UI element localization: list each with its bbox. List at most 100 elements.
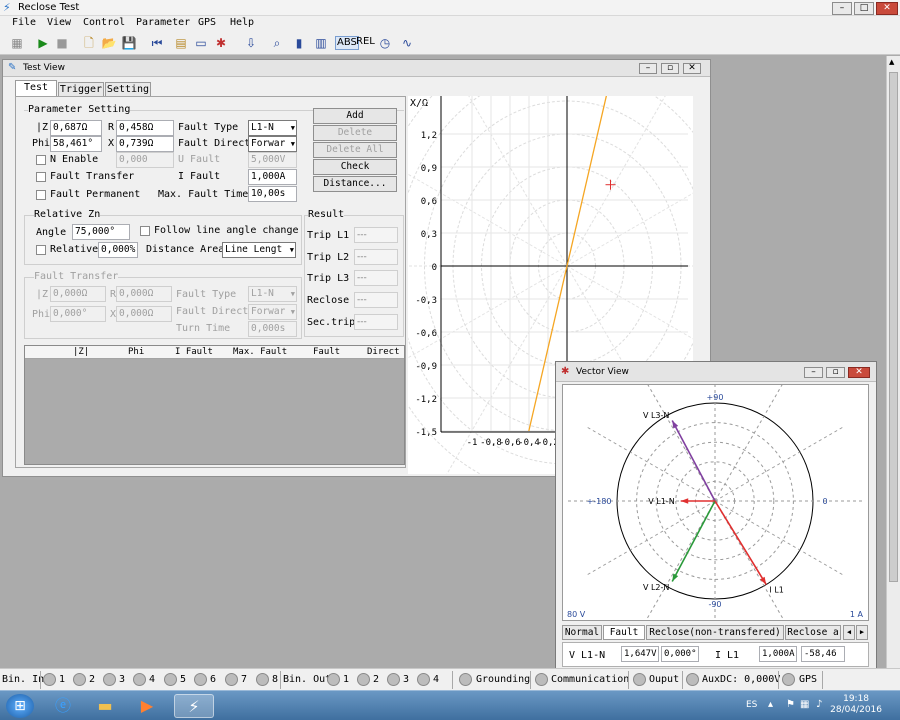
vector-label-minus-90: -90 — [708, 600, 721, 609]
reclose-test-task-icon[interactable]: ⚡ — [174, 694, 214, 718]
fault-transfer-checkbox[interactable] — [36, 172, 46, 182]
play-icon[interactable]: ▶ — [34, 34, 52, 52]
bin-in-6: 6 — [210, 674, 217, 685]
menu-help[interactable]: Help — [230, 17, 254, 28]
tv-restore-button[interactable]: ▫ — [661, 63, 679, 74]
max-fault-time-input[interactable]: 10,00s — [248, 186, 297, 202]
n-enable-input[interactable]: 0,000 — [116, 152, 174, 168]
vv-close-button[interactable]: ✕ — [848, 367, 870, 378]
tv-minimize-button[interactable]: – — [639, 63, 657, 74]
ie-icon[interactable]: ⓔ — [50, 694, 76, 718]
scroll-thumb[interactable] — [889, 72, 898, 582]
tab-scroll-right-icon[interactable]: ▶ — [856, 625, 868, 640]
scroll-up-icon[interactable]: ▲ — [889, 58, 894, 66]
phasor-diagram[interactable]: +90 -90 +-180 0 80 V 1 A V L3-N V L1-N V L2-N I L… — [563, 351, 868, 651]
u-fault-input[interactable]: 5,000V — [248, 152, 297, 168]
bar-icon[interactable]: ▥ — [312, 34, 330, 52]
menu-view[interactable]: View — [47, 17, 71, 28]
phasor-label: V L1-N — [648, 497, 674, 506]
tv-close-button[interactable]: ✕ — [683, 63, 701, 74]
vtab-fault[interactable]: Fault — [603, 625, 645, 640]
device-icon[interactable]: ▦ — [8, 34, 26, 52]
main-vertical-scrollbar[interactable]: ▲ — [886, 56, 900, 668]
column-icon[interactable]: ▮ — [290, 34, 308, 52]
vtab-reclose-after[interactable]: Reclose a — [785, 625, 841, 640]
x-label: X — [108, 138, 115, 149]
vv-minimize-button[interactable]: – — [804, 367, 823, 378]
menu-parameter[interactable]: Parameter — [136, 17, 190, 28]
stop-icon[interactable]: ■ — [53, 34, 71, 52]
phi-input[interactable]: 58,461° — [50, 136, 102, 152]
angle-input[interactable]: 75,000° — [72, 224, 130, 240]
col-direct[interactable]: Direct — [367, 347, 400, 357]
language-indicator[interactable]: ES — [746, 700, 757, 710]
fault-direct-select[interactable]: Forwar ▼ — [248, 136, 297, 152]
check-button[interactable]: Check — [313, 159, 397, 175]
ft-turn-input[interactable]: 0,000s — [248, 321, 297, 337]
first-record-icon[interactable]: ⏮ — [148, 34, 166, 52]
vector-plot[interactable]: +90 -90 +-180 0 80 V 1 A V L3-N V L1-N V L2-N I L… — [562, 351, 869, 651]
close-button[interactable]: ✕ — [876, 2, 898, 15]
fault-permanent-checkbox[interactable] — [36, 190, 46, 200]
open-folder-icon[interactable]: 📂 — [100, 34, 118, 52]
rel-button[interactable]: REL — [355, 36, 376, 48]
col-i-fault[interactable]: I Fault — [175, 347, 213, 357]
media-player-icon[interactable]: ▶ — [134, 694, 160, 718]
add-button[interactable]: Add — [313, 108, 397, 124]
col-fault[interactable]: Fault — [313, 347, 340, 357]
follow-line-checkbox[interactable] — [140, 226, 150, 236]
distance-area-select[interactable]: Line Lengt ▼ — [222, 242, 296, 258]
minimize-button[interactable]: – — [832, 2, 852, 15]
tray-arrow-icon[interactable]: ▴ — [768, 699, 773, 710]
x-input[interactable]: 0,739Ω — [116, 136, 174, 152]
col-z[interactable]: |Z| — [73, 347, 89, 357]
window-icon[interactable]: ▭ — [192, 34, 210, 52]
vv-restore-button[interactable]: ▫ — [826, 367, 845, 378]
col-phi[interactable]: Phi — [128, 347, 144, 357]
tray-volume-icon[interactable]: ♪ — [816, 699, 822, 710]
follow-line-label: Follow line angle change — [154, 225, 299, 236]
ft-phi-input[interactable]: 0,000° — [50, 306, 106, 322]
delete-all-button[interactable]: Delete All — [313, 142, 397, 158]
tray-network-icon[interactable]: ▦ — [800, 699, 809, 710]
maximize-button[interactable]: □ — [854, 2, 874, 15]
tab-test[interactable]: Test — [15, 80, 57, 97]
relative-checkbox[interactable] — [36, 245, 46, 255]
save-icon[interactable]: 💾 — [120, 34, 138, 52]
r-input[interactable]: 0,458Ω — [116, 120, 174, 136]
menu-gps[interactable]: GPS — [198, 17, 216, 28]
ft-z-input[interactable]: 0,000Ω — [50, 286, 106, 302]
export-icon[interactable]: ⇩ — [242, 34, 260, 52]
clock-icon[interactable]: ◷ — [376, 34, 394, 52]
zoom-icon[interactable]: ⌕ — [268, 34, 286, 52]
tray-flag-icon[interactable]: ⚑ — [786, 699, 795, 710]
tab-scroll-left-icon[interactable]: ◀ — [843, 625, 855, 640]
auxdc-label: AuxDC: 0,000V — [702, 674, 781, 685]
distance-button[interactable]: Distance... — [313, 176, 397, 192]
delete-button[interactable]: Delete — [313, 125, 397, 141]
clock[interactable]: 19:18 28/04/2016 — [830, 694, 882, 716]
vector-view-title: Vector View — [576, 367, 629, 377]
n-enable-checkbox[interactable] — [36, 155, 46, 165]
test-points-table[interactable]: |Z| Phi I Fault Max. Fault Fault Direct — [24, 345, 405, 465]
vtab-normal[interactable]: Normal — [562, 625, 602, 640]
new-file-icon[interactable]: 🗋 — [80, 34, 98, 52]
start-button-icon[interactable]: ⊞ — [6, 694, 34, 718]
relative-input[interactable]: 0,000% — [98, 242, 138, 258]
col-max-fault[interactable]: Max. Fault — [233, 347, 287, 357]
menu-control[interactable]: Control — [83, 17, 125, 28]
i-fault-input[interactable]: 1,000A — [248, 169, 297, 185]
vtab-reclose-non-transfered[interactable]: Reclose(non-transfered) — [646, 625, 784, 640]
ft-direct-select[interactable]: Forwar ▼ — [248, 304, 297, 320]
ft-x-input[interactable]: 0,000Ω — [116, 306, 172, 322]
angle-label: Angle — [36, 227, 67, 238]
wave-icon[interactable]: ∿ — [398, 34, 416, 52]
explorer-icon[interactable]: ▬ — [92, 694, 118, 718]
z-input[interactable]: 0,687Ω — [50, 120, 102, 136]
ft-r-input[interactable]: 0,000Ω — [116, 286, 172, 302]
fault-type-select[interactable]: L1-N ▼ — [248, 120, 297, 136]
settings-panel-icon[interactable]: ▤ — [172, 34, 190, 52]
vector-tool-icon[interactable]: ✱ — [212, 34, 230, 52]
menu-file[interactable]: File — [12, 17, 36, 28]
ft-type-select[interactable]: L1-N ▼ — [248, 286, 297, 302]
